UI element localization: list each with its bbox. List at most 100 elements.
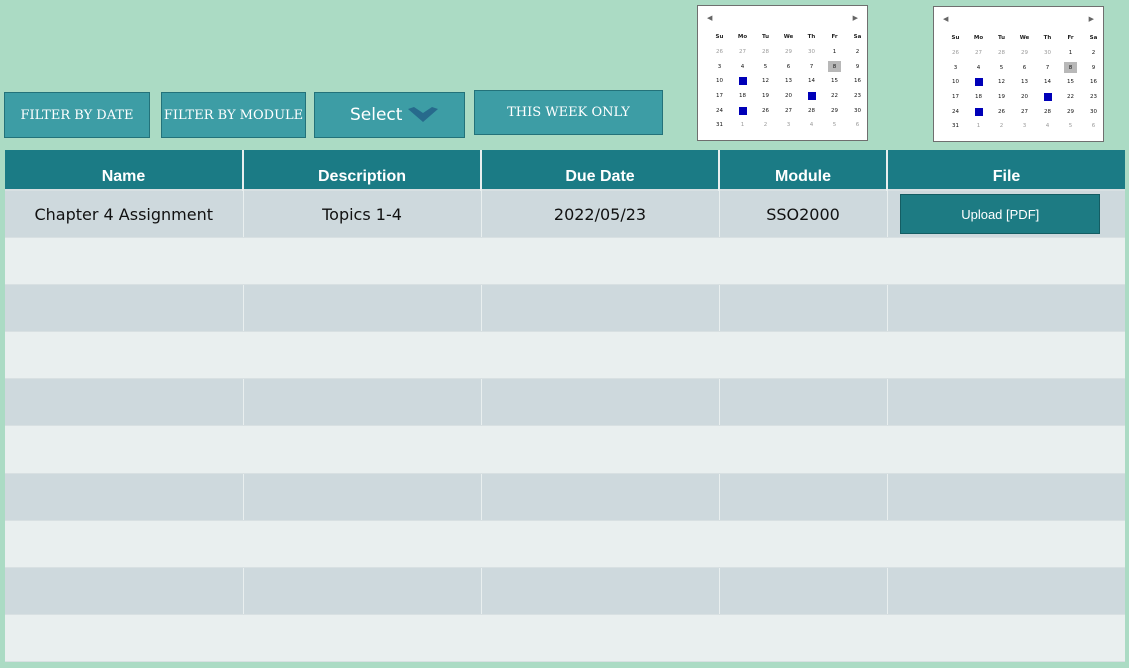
calendar-day[interactable]: 1 [823, 45, 846, 60]
calendar-day[interactable]: 29 [1059, 104, 1082, 119]
calendar-day[interactable]: 27 [1013, 104, 1036, 119]
calendar-day[interactable]: 23 [846, 89, 869, 104]
cell-module[interactable] [719, 284, 888, 333]
cell-file[interactable] [887, 520, 1125, 568]
table-row[interactable] [5, 520, 1125, 568]
calendar-day[interactable]: 5 [1059, 119, 1082, 134]
cell-module[interactable] [719, 378, 888, 427]
upload-pdf-button[interactable]: Upload [PDF] [900, 194, 1101, 235]
cell-description[interactable] [243, 473, 482, 521]
table-row[interactable]: Chapter 4 Assignment Topics 1-4 2022/05/… [5, 190, 1125, 239]
calendar-widget[interactable]: ◀ ▶ Su Mo Tu We Th Fr Sa 26 27 28 29 30 1 2 3 4 5 6 7 8 9 10 1… [933, 6, 1104, 142]
calendar-day[interactable]: 17 [708, 89, 731, 104]
cell-due-date[interactable] [481, 567, 720, 615]
calendar-day[interactable]: 16 [1082, 75, 1105, 90]
calendar-day[interactable]: 29 [823, 103, 846, 118]
calendar-day[interactable]: 10 [708, 74, 731, 89]
cell-name[interactable] [5, 520, 244, 568]
calendar-day[interactable]: 1 [731, 118, 754, 133]
calendar-day[interactable]: 28 [990, 46, 1013, 61]
calendar-day[interactable]: 30 [1082, 104, 1105, 119]
calendar-day[interactable]: 8 [1059, 60, 1082, 75]
calendar-day[interactable]: 20 [1013, 90, 1036, 105]
calendar-day[interactable]: 5 [823, 118, 846, 133]
cell-description[interactable] [243, 520, 482, 568]
calendar-day[interactable]: 4 [800, 118, 823, 133]
calendar-day[interactable]: 3 [1013, 119, 1036, 134]
cell-name[interactable] [5, 425, 244, 474]
table-row[interactable] [5, 237, 1125, 286]
calendar-day[interactable]: 6 [1013, 60, 1036, 75]
calendar-day[interactable]: 5 [754, 59, 777, 74]
cell-due-date[interactable] [481, 284, 720, 333]
calendar-day[interactable]: 13 [1013, 75, 1036, 90]
cell-name[interactable]: Chapter 4 Assignment [5, 190, 244, 239]
cell-name[interactable] [5, 378, 244, 427]
table-row[interactable] [5, 284, 1125, 333]
calendar-day[interactable]: 24 [944, 104, 967, 119]
calendar-day[interactable]: 19 [990, 90, 1013, 105]
column-header-file[interactable]: File [887, 150, 1125, 190]
calendar-day[interactable]: 1 [1059, 46, 1082, 61]
calendar-day[interactable]: 8 [823, 59, 846, 74]
calendar-day[interactable]: 26 [754, 103, 777, 118]
column-header-due-date[interactable]: Due Date [481, 150, 720, 190]
cell-module[interactable] [719, 614, 888, 663]
calendar-next-month-icon[interactable]: ▶ [1089, 15, 1094, 23]
calendar-day[interactable]: 20 [777, 89, 800, 104]
calendar-day[interactable]: 11 [731, 74, 754, 89]
calendar-day[interactable]: 22 [1059, 90, 1082, 105]
calendar-day[interactable]: 11 [967, 75, 990, 90]
calendar-day[interactable]: 31 [944, 119, 967, 134]
calendar-day[interactable]: 12 [754, 74, 777, 89]
calendar-day[interactable]: 14 [800, 74, 823, 89]
filter-by-date-button[interactable]: FILTER BY DATE [4, 92, 150, 138]
filter-by-module-button[interactable]: FILTER BY MODULE [161, 92, 306, 138]
calendar-day[interactable]: 7 [800, 59, 823, 74]
calendar-day[interactable]: 10 [944, 75, 967, 90]
cell-module[interactable] [719, 331, 888, 380]
cell-module[interactable] [719, 425, 888, 474]
cell-name[interactable] [5, 237, 244, 286]
module-select-dropdown[interactable]: Select [314, 92, 465, 138]
calendar-day[interactable]: 3 [944, 60, 967, 75]
cell-due-date[interactable] [481, 473, 720, 521]
cell-file[interactable] [887, 237, 1125, 286]
calendar-day[interactable]: 15 [823, 74, 846, 89]
cell-name[interactable] [5, 473, 244, 521]
calendar-day[interactable]: 1 [967, 119, 990, 134]
calendar-day[interactable]: 25 [967, 104, 990, 119]
calendar-day[interactable]: 21 [1036, 90, 1059, 105]
calendar-day[interactable]: 22 [823, 89, 846, 104]
cell-description[interactable] [243, 378, 482, 427]
cell-file[interactable] [887, 425, 1125, 474]
calendar-day[interactable]: 6 [846, 118, 869, 133]
calendar-day[interactable]: 4 [731, 59, 754, 74]
calendar-day[interactable]: 13 [777, 74, 800, 89]
cell-name[interactable] [5, 331, 244, 380]
cell-due-date[interactable] [481, 614, 720, 663]
table-row[interactable] [5, 425, 1125, 474]
column-header-name[interactable]: Name [5, 150, 244, 190]
calendar-day[interactable]: 9 [1082, 60, 1105, 75]
cell-module[interactable] [719, 520, 888, 568]
cell-description[interactable]: Topics 1-4 [243, 190, 482, 239]
calendar-day[interactable]: 29 [777, 45, 800, 60]
calendar-day[interactable]: 3 [777, 118, 800, 133]
column-header-description[interactable]: Description [243, 150, 482, 190]
table-row[interactable] [5, 567, 1125, 615]
cell-description[interactable] [243, 331, 482, 380]
cell-file[interactable] [887, 614, 1125, 663]
calendar-day[interactable]: 18 [731, 89, 754, 104]
calendar-day[interactable]: 9 [846, 59, 869, 74]
cell-name[interactable] [5, 284, 244, 333]
calendar-day[interactable]: 2 [1082, 46, 1105, 61]
cell-module[interactable] [719, 237, 888, 286]
calendar-day[interactable]: 30 [846, 103, 869, 118]
table-row[interactable] [5, 378, 1125, 427]
calendar-day[interactable]: 12 [990, 75, 1013, 90]
cell-description[interactable] [243, 614, 482, 663]
calendar-day[interactable]: 2 [754, 118, 777, 133]
calendar-day[interactable]: 27 [731, 45, 754, 60]
calendar-day[interactable]: 6 [1082, 119, 1105, 134]
